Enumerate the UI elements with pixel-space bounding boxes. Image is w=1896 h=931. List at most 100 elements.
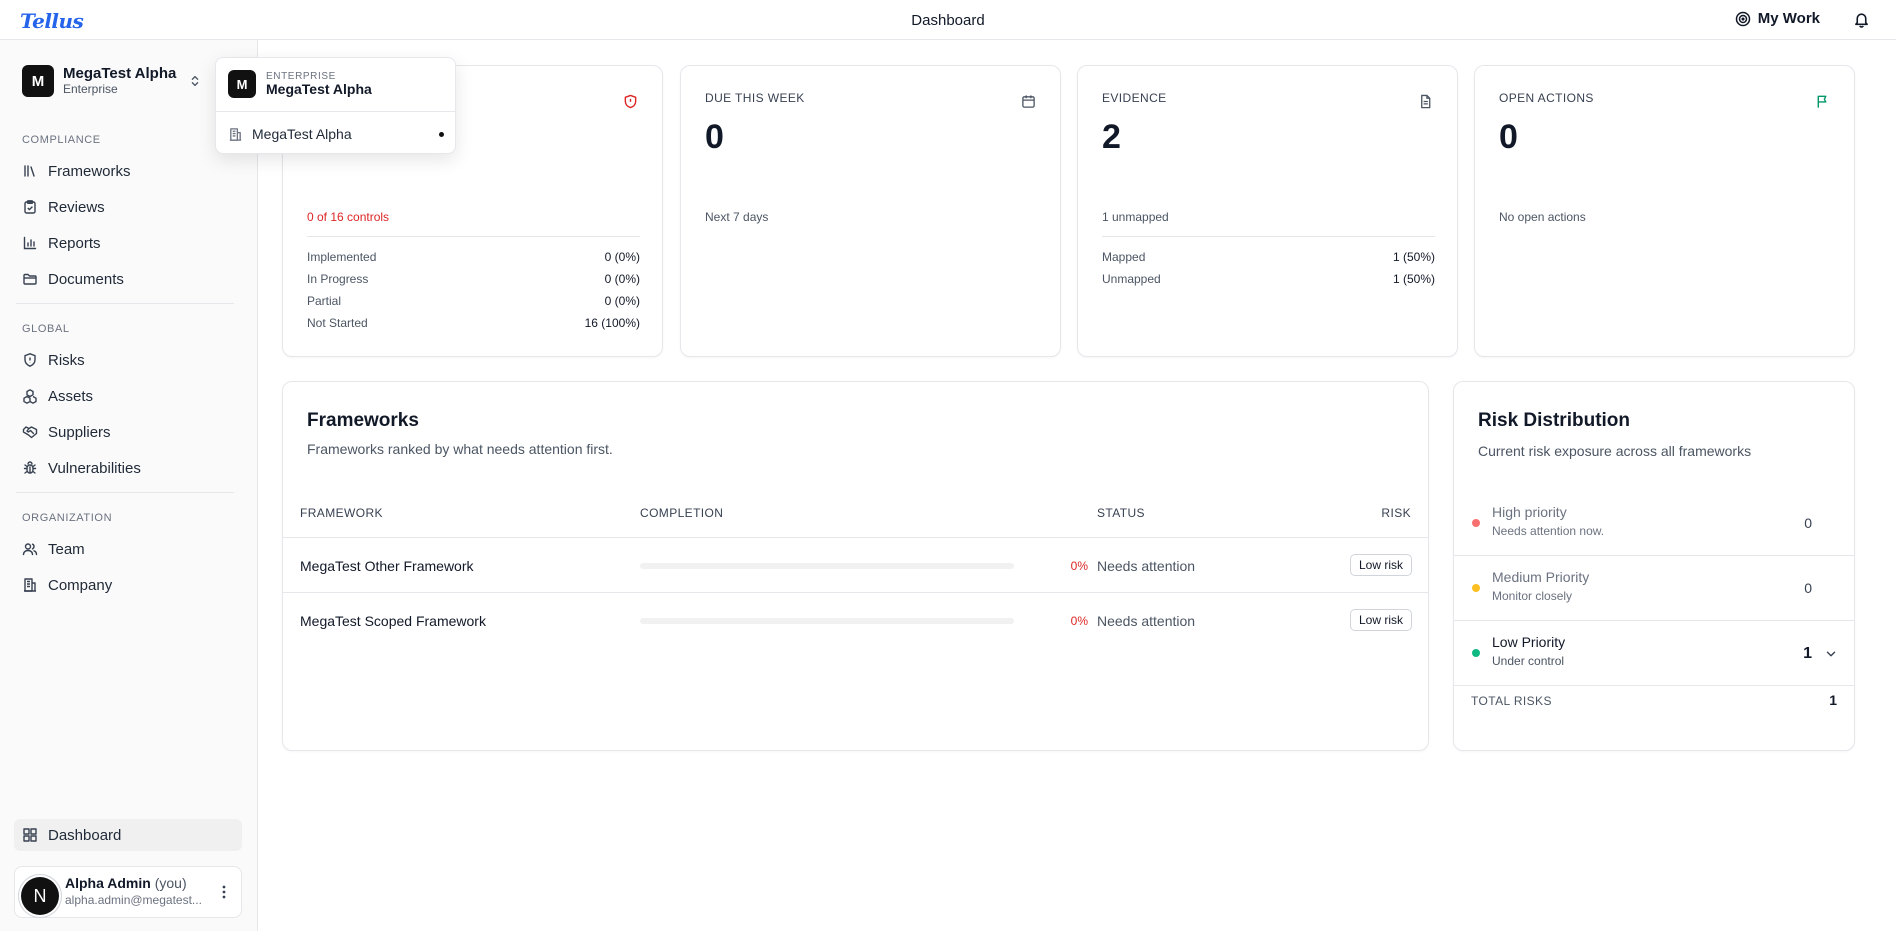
org-name: MegaTest Alpha (63, 65, 177, 83)
sidebar-item-reports[interactable]: Reports (22, 229, 232, 257)
building-icon (229, 127, 242, 141)
risk-badge[interactable]: Low risk (1349, 609, 1412, 631)
shield-icon (24, 353, 36, 367)
risk-row-high[interactable]: High priority Needs attention now. 0 (1454, 491, 1854, 556)
org-avatar: M (22, 65, 54, 97)
app-logo[interactable]: Tellus (20, 9, 84, 33)
user-profile-card[interactable]: N Alpha Admin (you) alpha.admin@megatest… (14, 866, 242, 918)
sidebar-item-team[interactable]: Team (22, 535, 232, 563)
nav-section-organization: ORGANIZATION (22, 512, 113, 524)
framework-name[interactable]: MegaTest Other Framework (300, 558, 474, 574)
bell-icon (1855, 13, 1868, 28)
page-title: Dashboard (911, 12, 985, 29)
chevron-down-icon[interactable] (1824, 647, 1838, 661)
shield-alert-icon (624, 94, 637, 109)
sidebar-item-risks[interactable]: Risks (22, 346, 232, 374)
status-dot (1472, 649, 1480, 657)
sidebar-item-dashboard[interactable]: Dashboard (14, 819, 242, 851)
more-vertical-icon[interactable] (217, 884, 231, 900)
sidebar-item-label: Dashboard (48, 826, 122, 844)
stat-sub: Next 7 days (705, 210, 769, 224)
org-dropdown-header: M ENTERPRISE MegaTest Alpha (228, 70, 372, 98)
org-plan: Enterprise (63, 81, 118, 96)
sidebar-item-assets[interactable]: Assets (22, 382, 232, 410)
completion-percent: 0% (1070, 614, 1088, 628)
risk-level-desc: Needs attention now. (1492, 524, 1605, 538)
sidebar: M MegaTest Alpha Enterprise COMPLIANCE F… (0, 40, 258, 931)
row-value: 0 (0%) (604, 272, 640, 286)
controls-summary: 0 of 16 controls (307, 210, 390, 224)
row-label: Mapped (1102, 250, 1146, 264)
stat-value: 0 (1499, 118, 1518, 156)
flag-icon (1817, 95, 1827, 108)
user-email: alpha.admin@megatest... (65, 893, 202, 907)
row-label: Unmapped (1102, 272, 1161, 286)
completion-bar (640, 563, 1014, 569)
status-dot (1472, 584, 1480, 592)
section-title: Frameworks (307, 410, 419, 431)
my-work-button[interactable]: My Work (1735, 10, 1820, 27)
row-value: 0 (0%) (604, 250, 640, 264)
risk-level-desc: Monitor closely (1492, 589, 1573, 603)
frameworks-card: Frameworks Frameworks ranked by what nee… (282, 381, 1429, 751)
sidebar-item-suppliers[interactable]: Suppliers (22, 418, 232, 446)
sidebar-item-label: Documents (48, 270, 124, 288)
sidebar-item-company[interactable]: Company (22, 571, 232, 599)
calendar-icon (1022, 95, 1035, 108)
avatar: N (21, 877, 59, 915)
risk-distribution-card: Risk Distribution Current risk exposure … (1453, 381, 1855, 751)
selected-indicator (439, 131, 444, 137)
org-dropdown-name: MegaTest Alpha (266, 80, 372, 97)
status-text: Needs attention (1097, 558, 1196, 574)
divider (283, 592, 1428, 593)
framework-name[interactable]: MegaTest Scoped Framework (300, 613, 486, 629)
org-dropdown-menu: M ENTERPRISE MegaTest Alpha MegaTest Alp… (215, 57, 456, 154)
folder-icon (23, 273, 37, 285)
total-risks-value: 1 (1829, 692, 1837, 708)
sidebar-item-vulnerabilities[interactable]: Vulnerabilities (22, 454, 232, 482)
completion-percent: 0% (1070, 559, 1088, 573)
org-avatar: M (228, 70, 256, 98)
sidebar-item-label: Vulnerabilities (48, 459, 141, 477)
target-icon (1735, 11, 1751, 26)
sidebar-item-reviews[interactable]: Reviews (22, 193, 232, 221)
stat-label: EVIDENCE (1102, 91, 1167, 105)
org-option-megatest-alpha[interactable]: MegaTest Alpha (228, 124, 444, 144)
sidebar-item-label: Reviews (48, 198, 105, 216)
stat-value: 0 (705, 118, 724, 156)
column-header-risk: RISK (1381, 506, 1411, 520)
org-switcher[interactable]: M MegaTest Alpha Enterprise (22, 64, 202, 98)
row-label: In Progress (307, 272, 369, 286)
status-dot (1472, 519, 1480, 527)
sidebar-item-frameworks[interactable]: Frameworks (22, 157, 232, 185)
user-you-tag: (you) (154, 875, 187, 891)
controls-row-implemented: Implemented 0 (0%) (307, 250, 640, 264)
row-value: 1 (50%) (1392, 272, 1435, 286)
notifications-button[interactable] (1853, 11, 1870, 28)
divider (1102, 236, 1435, 237)
sidebar-item-documents[interactable]: Documents (22, 265, 232, 293)
users-icon (22, 543, 38, 556)
divider (283, 537, 1428, 538)
risk-row-low[interactable]: Low Priority Under control 1 (1454, 621, 1854, 686)
stat-label: DUE THIS WEEK (705, 91, 805, 105)
row-label: Partial (307, 294, 342, 308)
evidence-row-mapped: Mapped 1 (50%) (1102, 250, 1435, 264)
risk-count: 1 (1803, 645, 1812, 662)
evidence-card: EVIDENCE 2 1 unmapped Mapped 1 (50%) Unma… (1077, 65, 1458, 357)
nav-section-global: GLOBAL (22, 323, 70, 335)
divider (216, 111, 455, 112)
row-value: 1 (50%) (1392, 250, 1435, 264)
risk-row-medium[interactable]: Medium Priority Monitor closely 0 (1454, 556, 1854, 621)
risk-badge[interactable]: Low risk (1349, 554, 1412, 576)
risk-count: 0 (1804, 580, 1812, 596)
risk-level-desc: Under control (1492, 654, 1565, 668)
sidebar-item-label: Risks (48, 351, 85, 369)
nav-section-compliance: COMPLIANCE (22, 134, 101, 146)
sidebar-item-label: Company (48, 576, 113, 594)
chevrons-up-down-icon (191, 75, 199, 87)
sidebar-item-label: Reports (48, 234, 101, 252)
row-label: Implemented (307, 250, 377, 264)
column-header-completion: COMPLETION (640, 506, 724, 520)
controls-row-in-progress: In Progress 0 (0%) (307, 272, 640, 286)
